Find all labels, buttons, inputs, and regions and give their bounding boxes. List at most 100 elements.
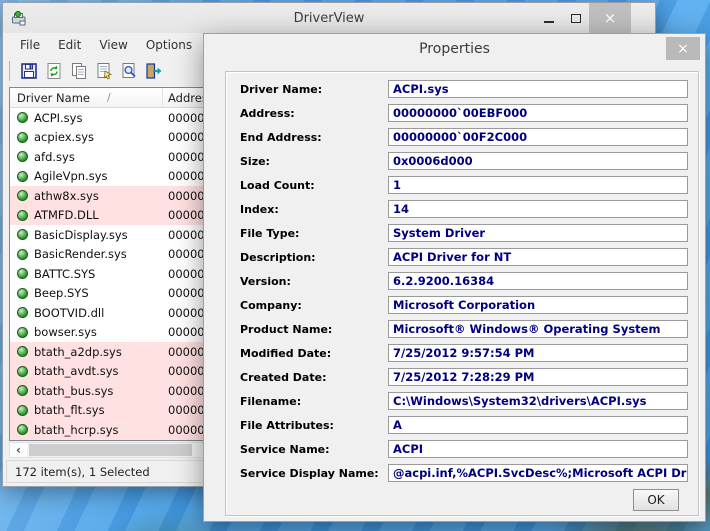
menu-item-options[interactable]: Options <box>137 36 201 54</box>
field-value[interactable]: 6.2.9200.16384 <box>388 272 688 290</box>
driver-icon <box>17 151 28 162</box>
driver-name-cell-wrap: BOOTVID.dll <box>10 306 163 320</box>
driver-name-cell: btath_avdt.sys <box>34 364 119 378</box>
field-row: Driver Name: ACPI.sys <box>226 77 698 101</box>
field-label: Load Count: <box>240 179 388 192</box>
save-icon <box>20 62 38 80</box>
field-value[interactable]: Microsoft® Windows® Operating System <box>388 320 688 338</box>
field-value[interactable]: System Driver <box>388 224 688 242</box>
driver-name-cell-wrap: BasicRender.sys <box>10 247 163 261</box>
field-row: End Address: 00000000`00F2C000 <box>226 125 698 149</box>
minimize-button[interactable] <box>535 3 562 33</box>
field-value[interactable]: ACPI Driver for NT <box>388 248 688 266</box>
field-value[interactable]: 7/25/2012 7:28:29 PM <box>388 368 688 386</box>
driver-name-cell: afd.sys <box>34 150 75 164</box>
driver-icon <box>17 385 28 396</box>
driver-name-cell: btath_hcrp.sys <box>34 423 119 437</box>
find-button[interactable] <box>116 59 141 84</box>
column-header-driver-name[interactable]: Driver Name / <box>10 88 163 107</box>
properties-icon <box>95 62 113 80</box>
properties-fields: Driver Name: ACPI.sys Address: 00000000`… <box>226 77 698 485</box>
driver-icon <box>17 288 28 299</box>
menu-item-view[interactable]: View <box>90 36 136 54</box>
field-label: Address: <box>240 107 388 120</box>
maximize-button[interactable] <box>562 3 589 33</box>
driver-name-cell: BasicRender.sys <box>34 247 127 261</box>
scroll-left-button[interactable]: ‹ <box>10 443 27 457</box>
driver-name-cell-wrap: afd.sys <box>10 150 163 164</box>
driver-name-cell-wrap: ATMFD.DLL <box>10 208 163 222</box>
field-row: Product Name: Microsoft® Windows® Operat… <box>226 317 698 341</box>
field-row: Service Display Name: @acpi.inf,%ACPI.Sv… <box>226 461 698 485</box>
field-row: File Type: System Driver <box>226 221 698 245</box>
field-row: Description: ACPI Driver for NT <box>226 245 698 269</box>
driver-name-cell: ATMFD.DLL <box>34 208 99 222</box>
driver-name-cell: btath_a2dp.sys <box>34 345 122 359</box>
driver-name-cell: athw8x.sys <box>34 189 99 203</box>
field-label: Created Date: <box>240 371 388 384</box>
field-label: Description: <box>240 251 388 264</box>
field-row: Created Date: 7/25/2012 7:28:29 PM <box>226 365 698 389</box>
dialog-close-button[interactable]: × <box>666 37 700 60</box>
field-value[interactable]: ACPI.sys <box>388 80 688 98</box>
driver-icon <box>17 327 28 338</box>
maximize-icon <box>571 14 581 23</box>
menu-item-edit[interactable]: Edit <box>49 36 90 54</box>
field-label: End Address: <box>240 131 388 144</box>
field-label: Company: <box>240 299 388 312</box>
driver-name-cell: AgileVpn.sys <box>34 169 108 183</box>
field-value[interactable]: C:\Windows\System32\drivers\ACPI.sys <box>388 392 688 410</box>
field-value[interactable]: ACPI <box>388 440 688 458</box>
field-value[interactable]: 1 <box>388 176 688 194</box>
field-label: Driver Name: <box>240 83 388 96</box>
driver-name-cell-wrap: btath_hcrp.sys <box>10 423 163 437</box>
field-value[interactable]: A <box>388 416 688 434</box>
field-value[interactable]: Microsoft Corporation <box>388 296 688 314</box>
driver-icon <box>17 366 28 377</box>
field-value[interactable]: 00000000`00EBF000 <box>388 104 688 122</box>
driver-name-cell-wrap: btath_bus.sys <box>10 384 163 398</box>
driver-name-cell: btath_bus.sys <box>34 384 113 398</box>
driver-name-cell-wrap: ACPI.sys <box>10 111 163 125</box>
scrollbar-thumb[interactable] <box>29 444 192 456</box>
field-value[interactable]: 0x0006d000 <box>388 152 688 170</box>
driver-icon <box>17 132 28 143</box>
driver-name-cell: BOOTVID.dll <box>34 306 104 320</box>
minimize-icon <box>544 21 554 23</box>
driver-icon <box>17 346 28 357</box>
field-row: File Attributes: A <box>226 413 698 437</box>
refresh-icon <box>45 62 63 80</box>
field-row: Service Name: ACPI <box>226 437 698 461</box>
close-button[interactable]: × <box>589 3 631 33</box>
field-value[interactable]: @acpi.inf,%ACPI.SvcDesc%;Microsoft ACPI … <box>388 464 688 482</box>
driver-name-cell: Beep.SYS <box>34 286 89 300</box>
chevron-left-icon: ‹ <box>16 443 21 457</box>
status-text: 172 item(s), 1 Selected <box>15 465 150 479</box>
driver-name-cell: BasicDisplay.sys <box>34 228 128 242</box>
driver-name-cell-wrap: athw8x.sys <box>10 189 163 203</box>
driver-name-cell-wrap: btath_flt.sys <box>10 403 163 417</box>
ok-button[interactable]: OK <box>633 489 679 511</box>
caption-buttons: × <box>535 3 631 33</box>
menu-item-file[interactable]: File <box>11 36 49 54</box>
driver-icon <box>17 268 28 279</box>
driver-icon <box>17 210 28 221</box>
exit-button[interactable] <box>141 59 166 84</box>
driverview-app-icon <box>11 10 27 26</box>
field-value[interactable]: 00000000`00F2C000 <box>388 128 688 146</box>
save-button[interactable] <box>16 59 41 84</box>
driver-icon <box>17 405 28 416</box>
field-label: File Attributes: <box>240 419 388 432</box>
refresh-button[interactable] <box>41 59 66 84</box>
field-value[interactable]: 14 <box>388 200 688 218</box>
field-label: Filename: <box>240 395 388 408</box>
field-row: Load Count: 1 <box>226 173 698 197</box>
driver-name-cell-wrap: bowser.sys <box>10 325 163 339</box>
copy-button[interactable] <box>66 59 91 84</box>
field-value[interactable]: 7/25/2012 9:57:54 PM <box>388 344 688 362</box>
field-row: Version: 6.2.9200.16384 <box>226 269 698 293</box>
column-header-label: Driver Name <box>17 91 90 105</box>
properties-button[interactable] <box>91 59 116 84</box>
driver-icon <box>17 190 28 201</box>
sort-ascending-icon: / <box>107 91 111 104</box>
